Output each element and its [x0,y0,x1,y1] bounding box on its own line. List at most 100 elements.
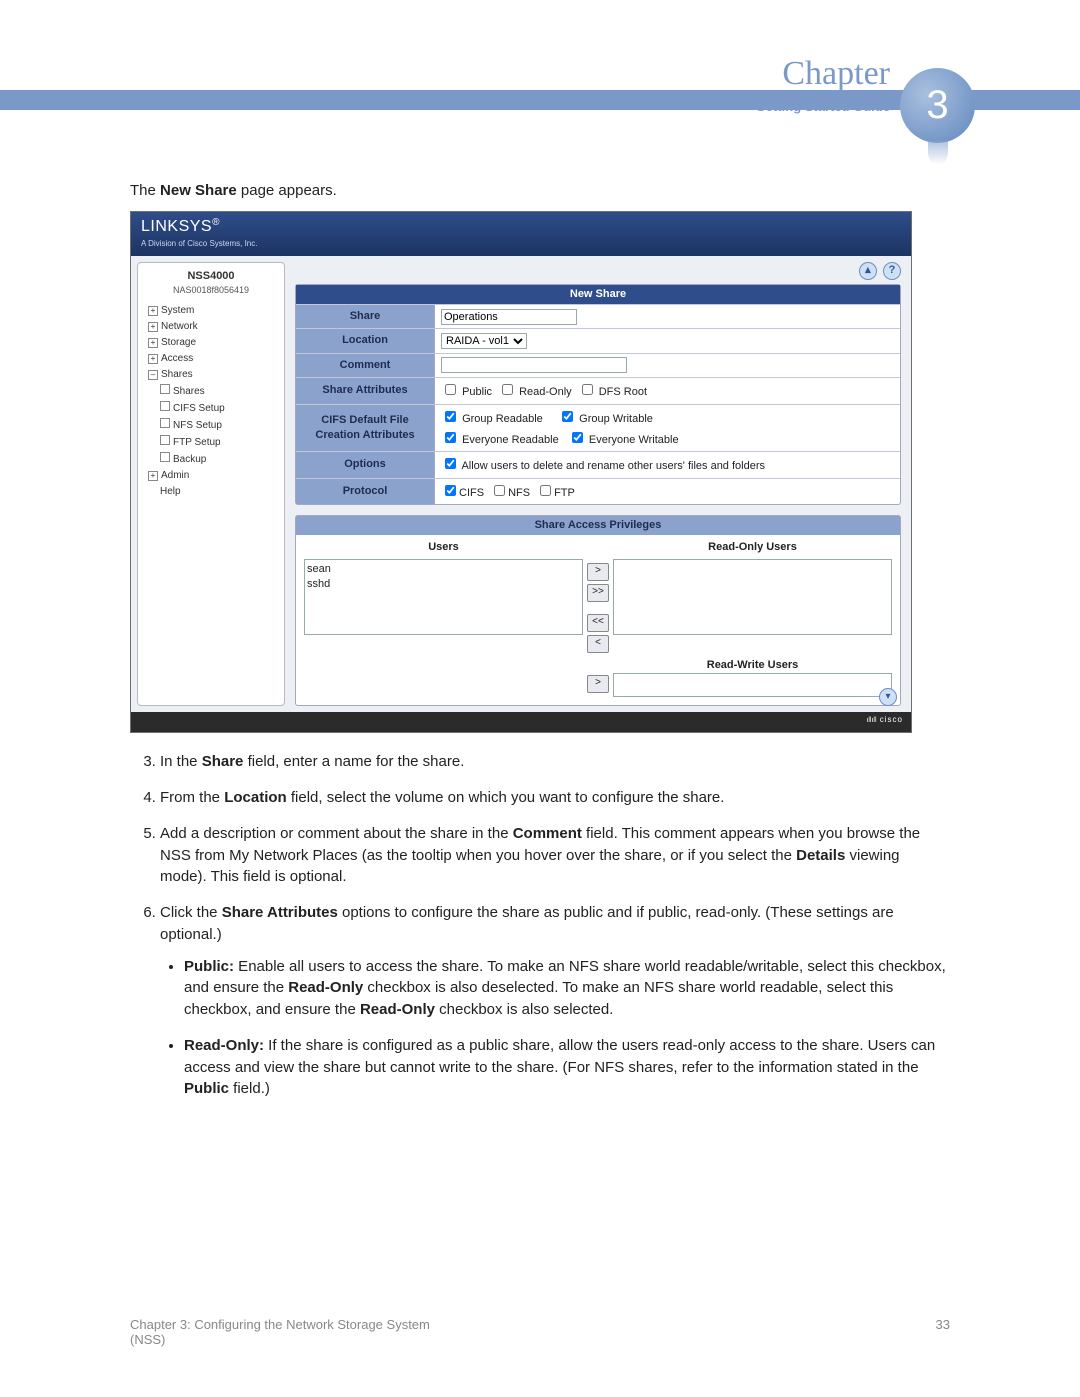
group-readable-checkbox[interactable] [445,411,456,422]
main-panel: ▴ ? New Share Share Location RAIDA - vol… [291,256,911,713]
share-label: Share [296,305,435,328]
readwrite-col-header: Read-Write Users [613,653,892,673]
screenshot-footer: ıllıll cisco [131,712,911,732]
nav-network[interactable]: +Network [146,319,276,335]
proto-cifs-checkbox[interactable] [445,485,456,496]
left-nav-panel: NSS4000 NAS0018f8056419 +System +Network… [137,262,285,707]
readonly-listbox[interactable] [613,559,892,635]
chapter-heading: Chapter [782,55,890,93]
step-5: Add a description or comment about the s… [160,823,950,888]
brand-logo: LINKSYS® [141,216,901,238]
proto-ftp-checkbox[interactable] [540,485,551,496]
help-icon[interactable]: ? [883,262,901,280]
users-col-header: Users [304,537,583,558]
document-page: Chapter Getting Started Guide 3 The New … [0,0,1080,1397]
expand-icon[interactable]: + [148,338,158,348]
comment-label: Comment [296,354,435,377]
nav-ftp[interactable]: FTP Setup [146,434,276,451]
content-area: The New Share page appears. LINKSYS® A D… [130,170,950,1115]
location-select[interactable]: RAIDA - vol1 [441,333,527,349]
everyone-readable-checkbox[interactable] [445,432,456,443]
user-item[interactable]: sean [307,562,580,577]
nav-shares-sub[interactable]: Shares [146,383,276,400]
everyone-writable-wrap[interactable]: Everyone Writable [568,434,679,446]
brand-tagline: A Division of Cisco Systems, Inc. [141,238,901,249]
dfsroot-checkbox-wrap[interactable]: DFS Root [578,381,647,400]
readonly-col-header: Read-Only Users [613,537,892,558]
nav-help[interactable]: Help [146,484,276,500]
readonly-checkbox-wrap[interactable]: Read-Only [498,381,572,400]
move-right-button[interactable]: > [587,563,609,581]
nav-shares[interactable]: –Shares [146,367,276,383]
group-writable-wrap[interactable]: Group Writable [558,413,653,425]
page-number: 33 [936,1317,950,1332]
everyone-readable-wrap[interactable]: Everyone Readable [441,434,559,446]
instruction-list: In the Share field, enter a name for the… [130,751,950,1100]
move-right-rw-button[interactable]: > [587,675,609,693]
leaf-icon [160,401,170,411]
share-input[interactable] [441,309,577,325]
badge-decoration [928,140,948,165]
nav-cifs[interactable]: CIFS Setup [146,400,276,417]
allow-delete-wrap[interactable]: Allow users to delete and rename other u… [441,455,765,474]
nav-storage[interactable]: +Storage [146,335,276,351]
dfsroot-checkbox[interactable] [582,384,593,395]
comment-input[interactable] [441,357,627,373]
app-body: NSS4000 NAS0018f8056419 +System +Network… [131,256,911,713]
nav-nfs[interactable]: NFS Setup [146,417,276,434]
scroll-up-icon[interactable]: ▴ [859,262,877,280]
guide-label: Getting Started Guide [756,99,890,114]
privileges-header: Share Access Privileges [296,516,900,535]
form-title: New Share [296,285,900,304]
nav-access[interactable]: +Access [146,351,276,367]
group-readable-wrap[interactable]: Group Readable [441,413,543,425]
move-left-button[interactable]: < [587,635,609,653]
proto-cifs-wrap[interactable]: CIFS [441,482,484,501]
footer-subtitle: (NSS) [130,1332,165,1347]
public-checkbox[interactable] [445,384,456,395]
privileges-box: Share Access Privileges Users Read-Only … [295,515,901,706]
device-name: NSS4000 [146,269,276,284]
help-row: ▴ ? [295,262,901,280]
embedded-screenshot: LINKSYS® A Division of Cisco Systems, In… [130,211,912,733]
proto-ftp-wrap[interactable]: FTP [536,482,575,501]
share-attrs-label: Share Attributes [296,378,435,403]
readwrite-listbox[interactable] [613,673,892,697]
collapse-icon[interactable]: – [148,370,158,380]
public-checkbox-wrap[interactable]: Public [441,381,492,400]
bullet-public: Public: Enable all users to access the s… [184,956,950,1021]
device-id: NAS0018f8056419 [146,284,276,297]
group-writable-checkbox[interactable] [562,411,573,422]
leaf-icon [160,384,170,394]
options-label: Options [296,452,435,477]
nav-system[interactable]: +System [146,303,276,319]
protocol-label: Protocol [296,479,435,504]
leaf-icon [160,452,170,462]
cifs-default-label: CIFS Default File Creation Attributes [296,405,435,452]
nav-admin[interactable]: +Admin [146,468,276,484]
readonly-checkbox[interactable] [502,384,513,395]
expand-icon[interactable]: + [148,354,158,364]
leaf-icon [160,435,170,445]
everyone-writable-checkbox[interactable] [572,432,583,443]
expand-icon[interactable]: + [148,306,158,316]
users-listbox[interactable]: sean sshd [304,559,583,635]
nav-backup[interactable]: Backup [146,451,276,468]
proto-nfs-wrap[interactable]: NFS [490,482,530,501]
step-4: From the Location field, select the volu… [160,787,950,809]
new-share-form: New Share Share Location RAIDA - vol1 Co… [295,284,901,506]
page-footer: Chapter 3: Configuring the Network Stora… [130,1317,950,1347]
user-item[interactable]: sshd [307,577,580,592]
expand-icon[interactable]: + [148,471,158,481]
proto-nfs-checkbox[interactable] [494,485,505,496]
intro-text: The New Share page appears. [130,180,950,201]
allow-delete-checkbox[interactable] [445,458,456,469]
footer-chapter-title: Chapter 3: Configuring the Network Stora… [130,1317,430,1332]
leaf-icon [160,418,170,428]
move-left-all-button[interactable]: << [587,614,609,632]
location-label: Location [296,329,435,352]
bullet-readonly: Read-Only: If the share is configured as… [184,1035,950,1100]
expand-icon[interactable]: + [148,322,158,332]
step-6-bullets: Public: Enable all users to access the s… [160,956,950,1101]
move-right-all-button[interactable]: >> [587,584,609,602]
